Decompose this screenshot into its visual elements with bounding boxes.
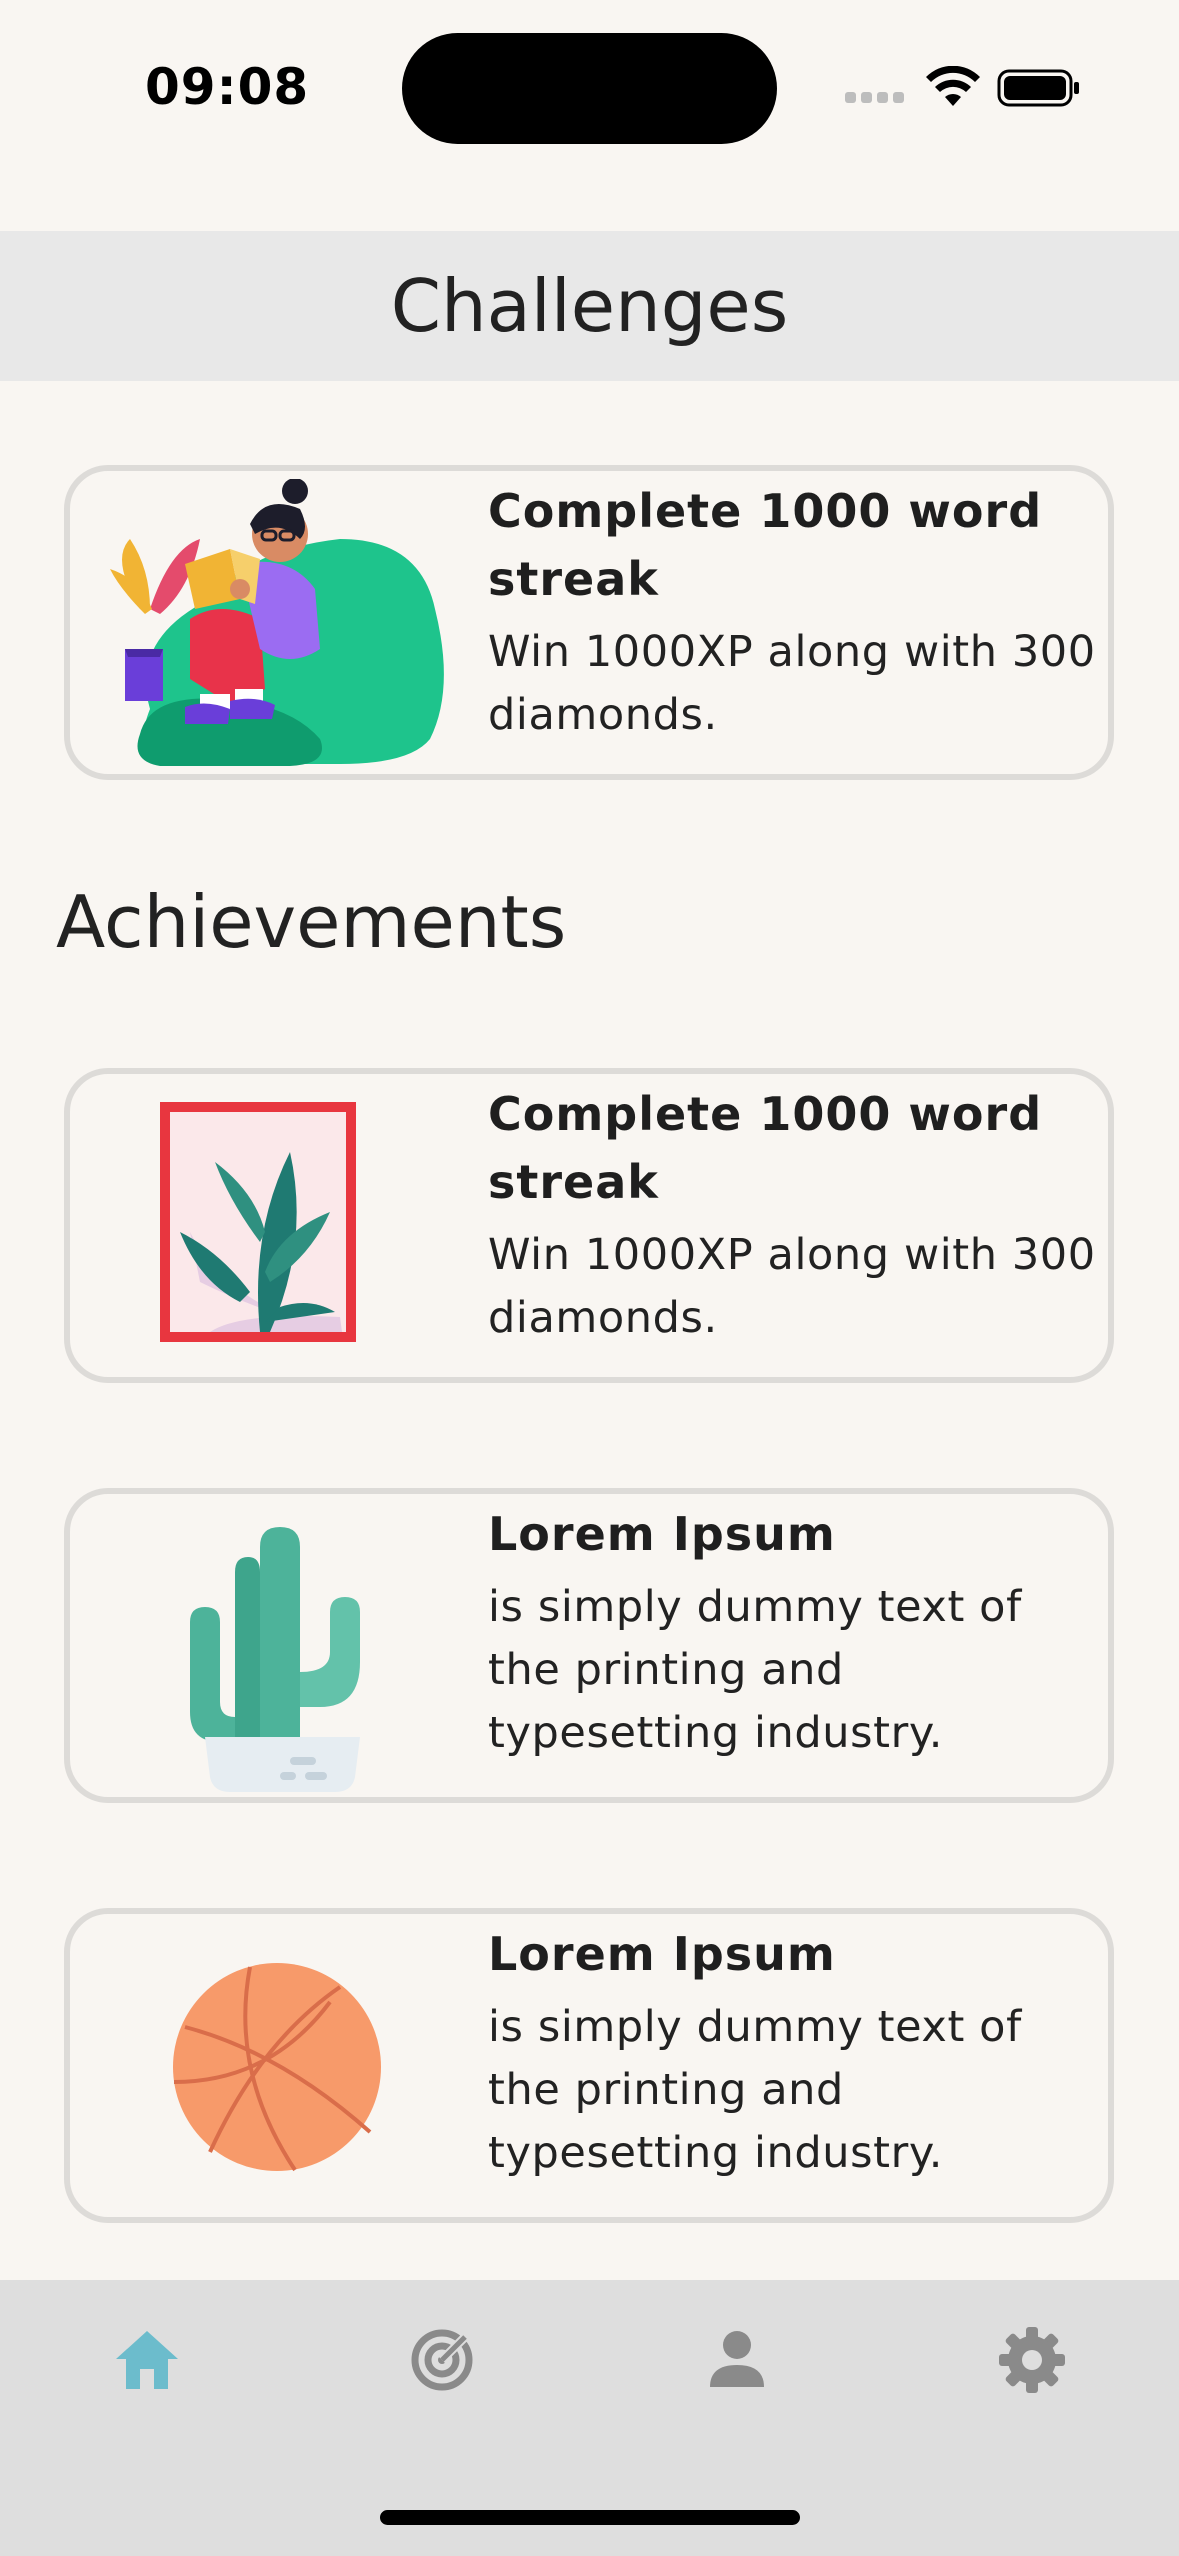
status-bar: 09:08 [0, 0, 1179, 170]
header-bar: Challenges [0, 231, 1179, 381]
framed-leaves-illustration [160, 1102, 356, 1342]
home-icon[interactable] [112, 2325, 182, 2395]
gear-icon[interactable] [997, 2325, 1067, 2395]
status-time: 09:08 [145, 58, 310, 116]
radar-icon[interactable] [407, 2325, 477, 2395]
card-description: Win 1000XP along with 300 diamonds. [488, 627, 1096, 740]
signal-icon [845, 92, 905, 104]
achievement-card[interactable]: Complete 1000 word streak Win 1000XP alo… [64, 1068, 1114, 1383]
home-indicator[interactable] [380, 2510, 800, 2525]
card-title: Complete 1000 word streak [488, 1087, 1043, 1209]
person-icon[interactable] [702, 2325, 772, 2395]
card-text: Lorem Ipsum is simply dummy text of the … [488, 1920, 1108, 2185]
challenge-card[interactable]: Complete 1000 word streak Win 1000XP alo… [64, 465, 1114, 780]
achievements-title: Achievements [56, 880, 567, 964]
card-text: Lorem Ipsum is simply dummy text of the … [488, 1500, 1108, 1765]
achievement-card[interactable]: Lorem Ipsum is simply dummy text of the … [64, 1908, 1114, 2223]
card-title: Complete 1000 word streak [488, 484, 1043, 606]
card-text: Complete 1000 word streak Win 1000XP alo… [488, 1080, 1108, 1350]
battery-icon [997, 69, 1079, 107]
card-description: Win 1000XP along with 300 diamonds. [488, 1230, 1096, 1343]
card-description: is simply dummy text of the printing and… [488, 1582, 1022, 1758]
dynamic-island [402, 33, 777, 144]
card-title: Lorem Ipsum [488, 1927, 836, 1981]
card-title: Lorem Ipsum [488, 1507, 836, 1561]
card-description: is simply dummy text of the printing and… [488, 2002, 1022, 2178]
achievement-card[interactable]: Lorem Ipsum is simply dummy text of the … [64, 1488, 1114, 1803]
reading-girl-illustration [110, 479, 444, 766]
cactus-illustration [190, 1527, 360, 1792]
page-title: Challenges [390, 264, 789, 348]
basketball-illustration [173, 1963, 381, 2172]
wifi-icon [926, 66, 980, 106]
card-text: Complete 1000 word streak Win 1000XP alo… [488, 477, 1108, 747]
